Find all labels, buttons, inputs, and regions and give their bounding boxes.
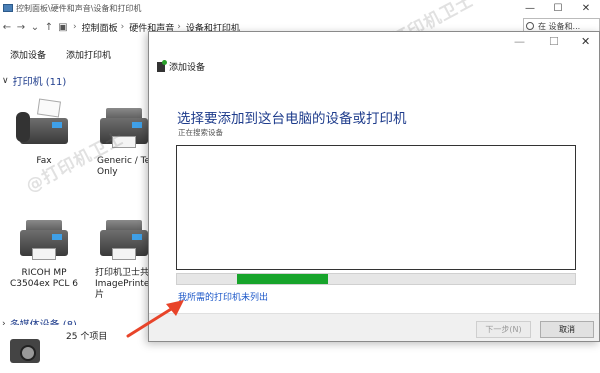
device-label: Fax (36, 156, 52, 166)
breadcrumb-separator-icon: › (120, 22, 125, 32)
printer-not-listed-link[interactable]: 我所需的打印机未列出 (178, 290, 268, 303)
device-item-fax[interactable]: Fax (9, 98, 79, 167)
control-panel-icon (3, 4, 13, 12)
forward-icon[interactable]: → (14, 22, 28, 33)
folder-icon: ▣ (58, 21, 68, 33)
device-label: RICOH MP C3504ex PCL 6 (9, 268, 79, 289)
add-device-icon (157, 59, 167, 72)
explorer-titlebar: 控制面板\硬件和声音\设备和打印机 — ☐ ✕ (0, 0, 600, 16)
up-icon[interactable]: ↑ (42, 22, 56, 33)
next-button[interactable]: 下一步(N) (476, 321, 531, 338)
camera-icon (10, 339, 40, 363)
printers-group-label: 打印机 (11) (12, 77, 67, 88)
search-icon (526, 22, 534, 30)
search-progress-bar (176, 273, 576, 285)
dialog-header: 添加设备 (157, 59, 206, 73)
printers-group-header[interactable]: ∨ 打印机 (11) (2, 73, 67, 89)
device-list[interactable] (176, 145, 576, 270)
breadcrumb-control-panel[interactable]: 控制面板 (82, 21, 118, 34)
close-button[interactable]: ✕ (572, 3, 600, 14)
chevron-down-icon: ∨ (2, 75, 9, 86)
search-placeholder: 在 设备和... (538, 22, 581, 31)
back-icon[interactable]: ← (0, 22, 14, 33)
dialog-titlebar: — ☐ ✕ (149, 32, 599, 54)
maximize-button[interactable]: ☐ (544, 3, 572, 14)
breadcrumb-separator-icon: › (73, 22, 77, 32)
explorer-toolbar: 添加设备 添加打印机 (0, 43, 121, 65)
dialog-title: 添加设备 (169, 63, 206, 73)
printer-icon (94, 100, 154, 150)
item-count: 25 个项目 (66, 332, 108, 342)
printer-icon (94, 212, 154, 262)
add-printer-button[interactable]: 添加打印机 (56, 48, 121, 61)
annotation-arrow-icon (126, 300, 184, 338)
minimize-button[interactable]: — (516, 3, 544, 14)
device-item-ricoh[interactable]: RICOH MP C3504ex PCL 6 (9, 212, 79, 290)
minimize-button[interactable]: — (514, 35, 525, 48)
dialog-heading: 选择要添加到这台电脑的设备或打印机 (177, 111, 407, 127)
progress-fill (236, 274, 329, 284)
dialog-footer: 下一步(N) 取消 (149, 313, 599, 341)
searching-status: 正在搜索设备 (178, 128, 223, 137)
fax-icon (14, 98, 74, 150)
explorer-title: 控制面板\硬件和声音\设备和打印机 (16, 3, 142, 13)
add-device-dialog: — ☐ ✕ 添加设备 选择要添加到这台电脑的设备或打印机 正在搜索设备 我所需的… (148, 31, 600, 342)
recent-chevron-icon[interactable]: ⌄ (28, 22, 42, 33)
cancel-button[interactable]: 取消 (540, 321, 594, 338)
maximize-button[interactable]: ☐ (549, 35, 559, 48)
close-button[interactable]: ✕ (581, 35, 590, 48)
printer-icon (14, 212, 74, 262)
add-device-button[interactable]: 添加设备 (0, 48, 56, 61)
